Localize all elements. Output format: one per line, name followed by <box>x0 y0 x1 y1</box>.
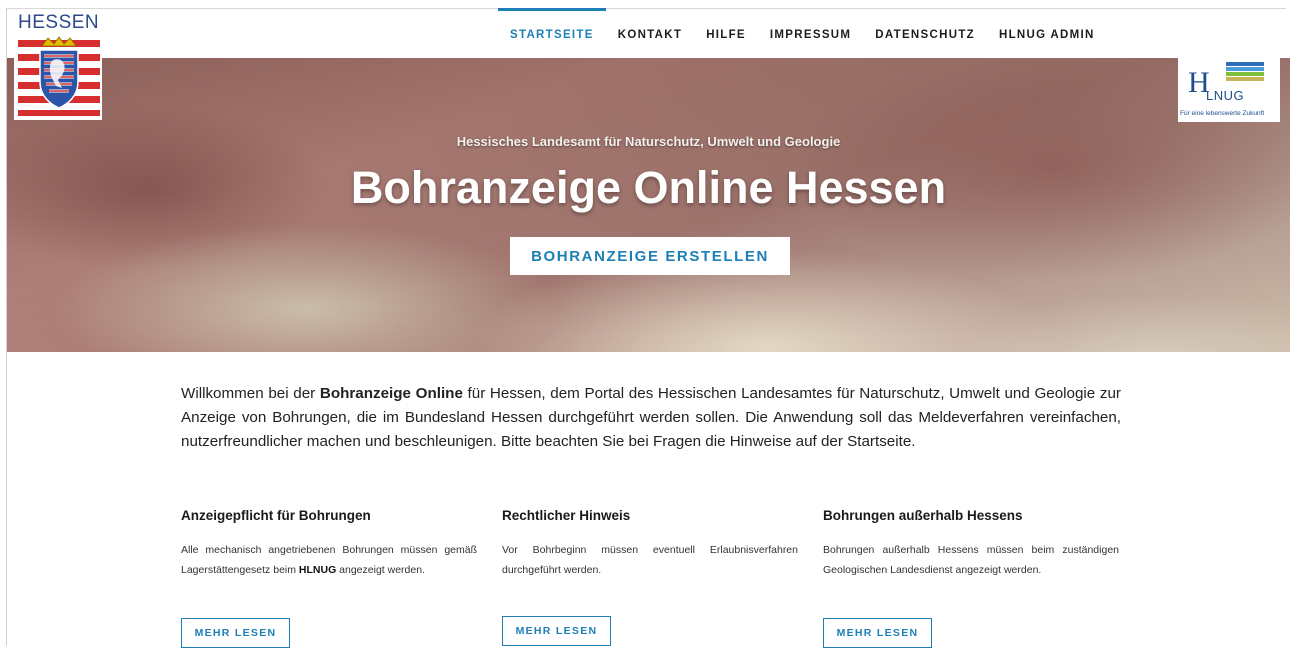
nav-impressum[interactable]: IMPRESSUM <box>758 8 863 58</box>
hessen-logo[interactable]: HESSEN <box>14 10 102 120</box>
nav-hlnug-admin[interactable]: HLNUG ADMIN <box>987 8 1107 58</box>
column-text-after: angezeigt werden. <box>336 563 425 576</box>
intro-text-before: Willkommen bei der <box>181 385 320 402</box>
column-text: Bohrungen außerhalb Hessens müssen beim … <box>823 541 1119 580</box>
info-column-rechtlicher-hinweis: Rechtlicher Hinweis Vor Bohrbeginn müsse… <box>502 508 798 580</box>
hessen-logo-text: HESSEN <box>18 12 100 33</box>
intro-paragraph: Willkommen bei der Bohranzeige Online fü… <box>181 382 1121 454</box>
intro-text-bold: Bohranzeige Online <box>319 385 463 402</box>
column-text-before: Vor Bohrbeginn müssen eventuell Erlaubni… <box>502 544 798 576</box>
column-title: Bohrungen außerhalb Hessens <box>823 508 1023 523</box>
mehr-lesen-button-rechtlicher-hinweis[interactable]: MEHR LESEN <box>502 616 611 646</box>
hlnug-logo[interactable]: H LNUG Für eine lebenswerte Zukunft <box>1178 58 1280 122</box>
hlnug-tagline: Für eine lebenswerte Zukunft <box>1180 110 1265 117</box>
mehr-lesen-button-anzeigepflicht[interactable]: MEHR LESEN <box>181 618 290 648</box>
hero-banner: Hessisches Landesamt für Naturschutz, Um… <box>7 58 1290 352</box>
hlnug-logo-text: LNUG <box>1206 88 1245 103</box>
column-text-bold: HLNUG <box>298 563 337 576</box>
column-text-before: Bohrungen außerhalb Hessens müssen beim … <box>823 544 1119 576</box>
create-bohranzeige-button[interactable]: BOHRANZEIGE ERSTELLEN <box>510 237 790 275</box>
info-column-ausserhalb-hessens: Bohrungen außerhalb Hessens Bohrungen au… <box>823 508 1119 580</box>
hero-subtitle: Hessisches Landesamt für Naturschutz, Um… <box>456 134 841 149</box>
column-title: Rechtlicher Hinweis <box>502 508 631 523</box>
nav-datenschutz[interactable]: DATENSCHUTZ <box>863 8 987 58</box>
info-column-anzeigepflicht: Anzeigepflicht für Bohrungen Alle mechan… <box>181 508 477 580</box>
nav-kontakt[interactable]: KONTAKT <box>606 8 694 58</box>
column-text: Alle mechanisch angetriebenen Bohrungen … <box>181 541 477 580</box>
mehr-lesen-button-ausserhalb-hessens[interactable]: MEHR LESEN <box>823 618 932 648</box>
hero-title: Bohranzeige Online Hessen <box>350 162 947 213</box>
nav-hilfe[interactable]: HILFE <box>694 8 758 58</box>
hessen-coat-of-arms-icon <box>18 36 100 116</box>
nav-startseite[interactable]: STARTSEITE <box>498 8 606 58</box>
column-text: Vor Bohrbeginn müssen eventuell Erlaubni… <box>502 541 798 580</box>
hlnug-logo-icon <box>1226 62 1264 81</box>
main-navigation: STARTSEITE KONTAKT HILFE IMPRESSUM DATEN… <box>498 8 1107 58</box>
column-title: Anzeigepflicht für Bohrungen <box>181 508 371 523</box>
